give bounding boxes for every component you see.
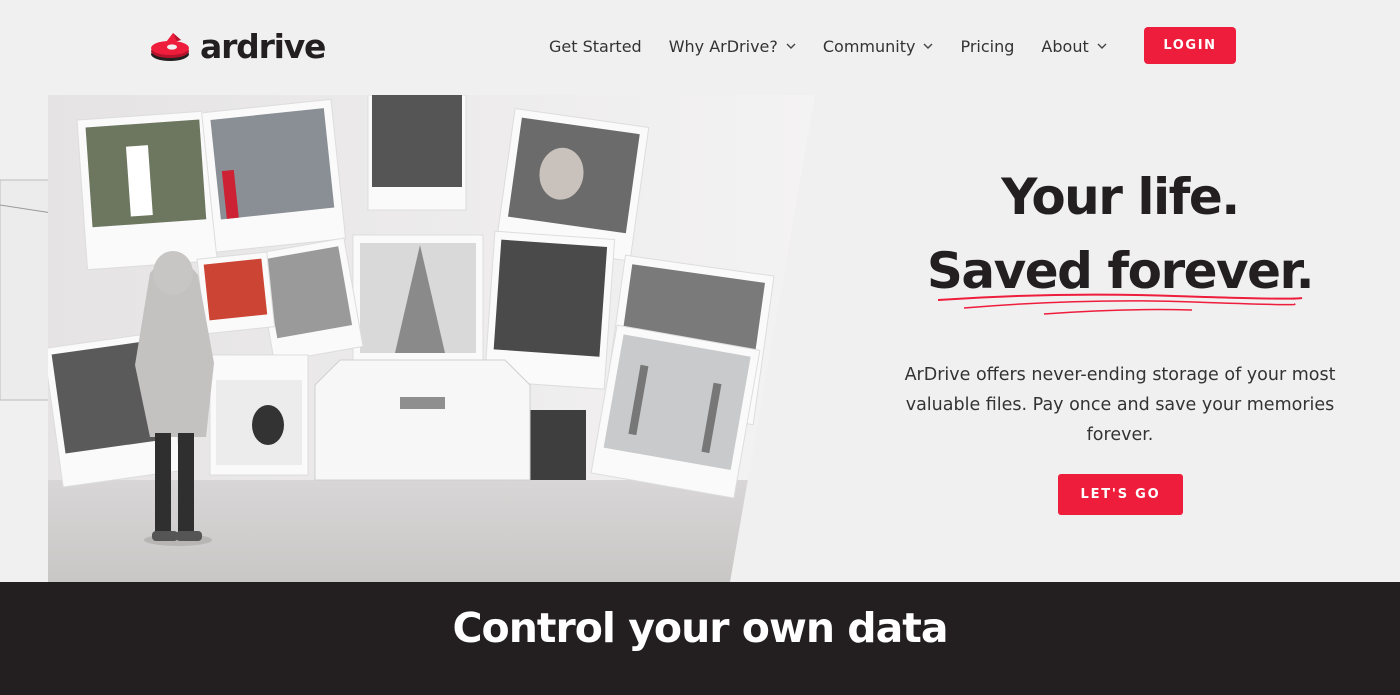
hero-copy: Your life. Saved forever. ArDrive offers… [860, 160, 1380, 450]
chevron-down-icon [923, 43, 933, 49]
site-header: ardrive Get Started Why ArDrive? Communi… [0, 0, 1400, 92]
chevron-down-icon [1097, 43, 1107, 49]
nav-item-get-started[interactable]: Get Started [549, 37, 642, 56]
nav-item-label: Community [822, 36, 916, 56]
chevron-down-icon [786, 43, 796, 49]
hero-description: ArDrive offers never-ending storage of y… [904, 365, 1336, 445]
ardrive-logo[interactable]: ardrive [148, 26, 326, 66]
nav-item-label: Why ArDrive? [668, 36, 778, 56]
nav-item-why-ardrive[interactable]: Why ArDrive? [669, 37, 796, 56]
nav-item-pricing[interactable]: Pricing [960, 37, 1014, 56]
hero-headline-line1: Your life. [1001, 168, 1240, 226]
nav-item-label: About [1041, 36, 1089, 56]
nav-item-label: Get Started [549, 36, 642, 56]
hero-image [0, 95, 815, 582]
control-data-section: Control your own data [0, 582, 1400, 695]
logo-wordmark: ardrive [200, 26, 326, 66]
ardrive-logo-icon [151, 33, 189, 61]
nav-item-about[interactable]: About [1041, 36, 1107, 56]
login-button[interactable]: LOGIN [1144, 27, 1236, 64]
underline-swoosh-decoration [937, 293, 1303, 315]
lets-go-button[interactable]: LET'S GO [1058, 474, 1183, 515]
section-title: Control your own data [452, 604, 948, 652]
gallery-photo-illustration [0, 95, 815, 582]
nav-item-community[interactable]: Community [823, 37, 934, 56]
main-nav: Get Started Why ArDrive? Community Prici… [549, 27, 1134, 65]
nav-item-label: Pricing [960, 36, 1015, 56]
